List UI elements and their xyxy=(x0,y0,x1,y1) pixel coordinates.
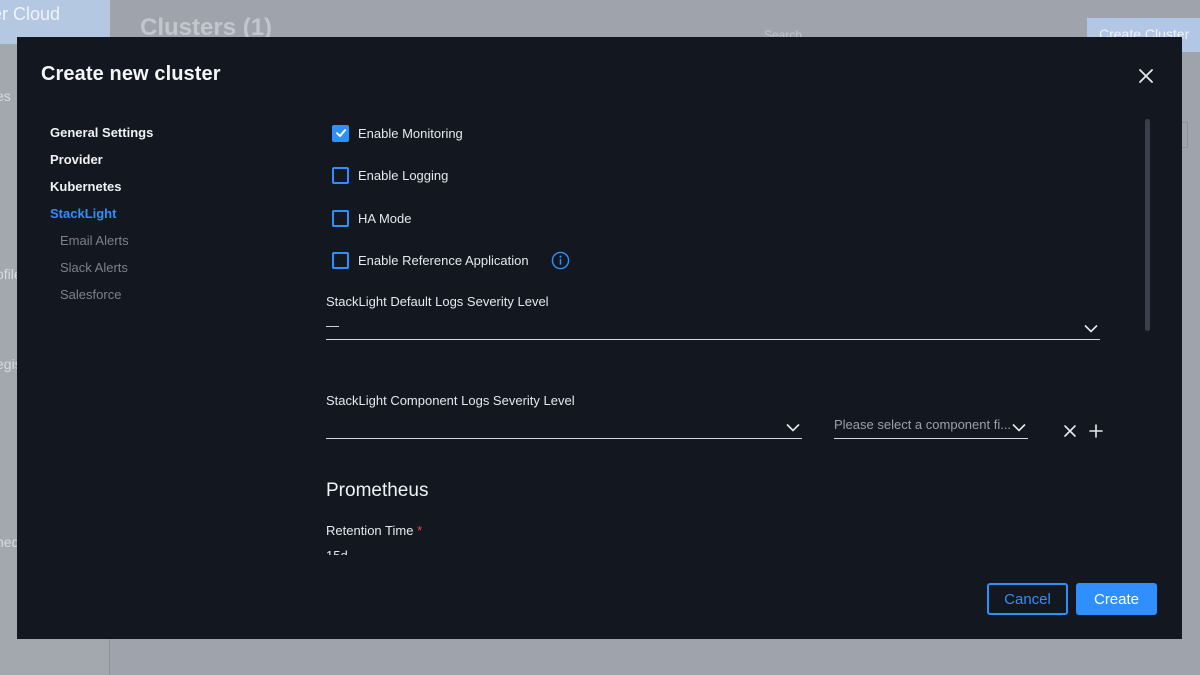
create-button[interactable]: Create xyxy=(1076,583,1157,615)
retention-time-input[interactable]: 15d xyxy=(326,548,348,555)
checkbox-label: Enable Reference Application xyxy=(358,252,529,268)
enable-logging-checkbox[interactable]: Enable Logging xyxy=(332,165,448,185)
checkbox-box xyxy=(332,209,349,227)
nav-subitem-email-alerts[interactable]: Email Alerts xyxy=(50,233,300,260)
close-button[interactable] xyxy=(1135,65,1157,87)
component-logs-severity-label: StackLight Component Logs Severity Level xyxy=(326,393,575,408)
dialog-nav: General Settings Provider Kubernetes Sta… xyxy=(50,125,300,314)
enable-monitoring-checkbox[interactable]: Enable Monitoring xyxy=(332,123,463,143)
nav-item-kubernetes[interactable]: Kubernetes xyxy=(50,179,300,206)
ha-mode-checkbox[interactable]: HA Mode xyxy=(332,208,411,228)
background-edge xyxy=(1182,122,1188,148)
form-content: Enable Monitoring Enable Logging HA Mode… xyxy=(326,117,1116,555)
nav-item-stacklight[interactable]: StackLight xyxy=(50,206,300,233)
cancel-button[interactable]: Cancel xyxy=(987,583,1068,615)
enable-reference-application-checkbox[interactable]: Enable Reference Application xyxy=(332,250,570,270)
checkbox-label: Enable Logging xyxy=(358,167,449,183)
prometheus-section-title: Prometheus xyxy=(326,480,429,501)
nav-subitem-slack-alerts[interactable]: Slack Alerts xyxy=(50,260,300,287)
dialog-title: Create new cluster xyxy=(41,63,221,85)
checkbox-box xyxy=(332,251,349,269)
close-icon xyxy=(1139,69,1153,83)
select-value: — xyxy=(326,318,339,333)
default-logs-severity-select[interactable]: — xyxy=(326,312,1100,340)
checkbox-label: HA Mode xyxy=(358,210,412,226)
checkbox-box xyxy=(332,124,349,142)
checkbox-label: Enable Monitoring xyxy=(358,125,463,141)
nav-item-general-settings[interactable]: General Settings xyxy=(50,125,300,152)
remove-component-icon[interactable] xyxy=(1062,423,1078,439)
component-select-placeholder: Please select a component fi... xyxy=(834,417,1012,432)
default-logs-severity-label: StackLight Default Logs Severity Level xyxy=(326,294,549,309)
component-logs-severity-select[interactable] xyxy=(326,411,802,439)
checkbox-box xyxy=(332,166,349,184)
nav-item-provider[interactable]: Provider xyxy=(50,152,300,179)
chevron-down-icon xyxy=(786,423,800,432)
form-scrollbar[interactable] xyxy=(1145,119,1150,331)
info-icon[interactable] xyxy=(551,251,570,270)
chevron-down-icon xyxy=(1012,423,1026,432)
chevron-down-icon xyxy=(1084,324,1098,333)
retention-time-label: Retention Time * xyxy=(326,523,423,538)
create-cluster-dialog: Create new cluster General Settings Prov… xyxy=(17,37,1182,639)
component-select[interactable]: Please select a component fi... xyxy=(834,411,1028,439)
background-nav-text: es xyxy=(0,88,11,104)
nav-subitem-salesforce[interactable]: Salesforce xyxy=(50,287,300,314)
checkmark-icon xyxy=(335,129,346,137)
add-component-icon[interactable] xyxy=(1088,423,1104,439)
required-marker: * xyxy=(417,523,423,538)
